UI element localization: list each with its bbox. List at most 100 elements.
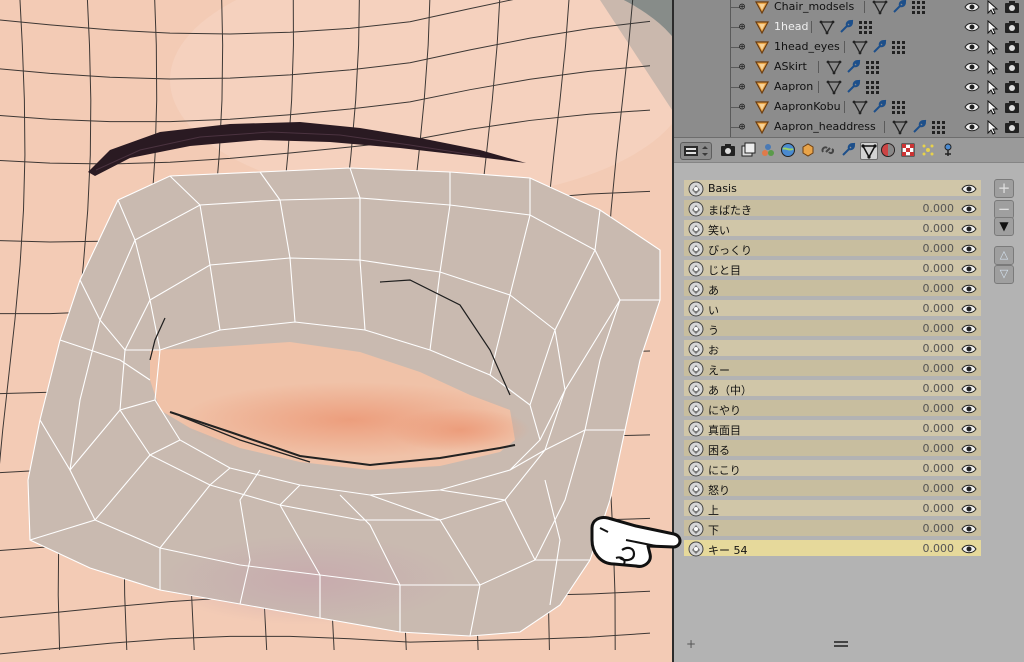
object-tab[interactable]: [800, 142, 818, 160]
outliner-item[interactable]: ⊕ 1head: [674, 7, 1024, 37]
shape-key-name[interactable]: あ: [708, 282, 719, 298]
shape-key-row[interactable]: う 0.000: [684, 320, 981, 338]
shape-key-row[interactable]: い 0.000: [684, 300, 981, 318]
move-down-button[interactable]: ▽: [994, 265, 1014, 284]
selectable-cursor-icon[interactable]: [984, 79, 1000, 95]
outliner-item-label[interactable]: AapronKobu: [774, 100, 841, 113]
shape-key-value[interactable]: 0.000: [902, 482, 955, 495]
mute-eye-icon[interactable]: [961, 541, 977, 557]
render-camera-icon[interactable]: [1004, 119, 1020, 135]
material-tab[interactable]: [880, 142, 898, 160]
outliner-item[interactable]: ⊕ ASkirt: [674, 47, 1024, 77]
outliner-item-label[interactable]: ASkirt: [774, 60, 807, 73]
mute-eye-icon[interactable]: [961, 241, 977, 257]
expand-icon[interactable]: ⊕: [737, 21, 747, 32]
expand-icon[interactable]: ⊕: [737, 81, 747, 92]
shape-key-value[interactable]: 0.000: [902, 422, 955, 435]
mute-eye-icon[interactable]: [961, 181, 977, 197]
mute-eye-icon[interactable]: [961, 461, 977, 477]
modifiers-tab[interactable]: [840, 142, 858, 160]
outliner-item[interactable]: ⊕ AapronKobu: [674, 87, 1024, 117]
shape-key-name[interactable]: にやり: [708, 402, 741, 418]
shape-key-row[interactable]: びっくり 0.000: [684, 240, 981, 258]
shape-key-value[interactable]: 0.000: [902, 242, 955, 255]
outliner-item[interactable]: ⊕ Chair_modsels: [674, 0, 1024, 17]
list-resize-handle[interactable]: [834, 641, 848, 647]
outliner-panel[interactable]: ⊕ Chair_modsels ⊕ 1head ⊕ 1head_eyes ⊕ ASkirt ⊕ A…: [674, 0, 1024, 137]
shape-key-value[interactable]: 0.000: [902, 542, 955, 555]
shape-key-name[interactable]: い: [708, 302, 719, 318]
shape-key-name[interactable]: びっくり: [708, 242, 752, 258]
outliner-item-label[interactable]: Aapron_headdress: [774, 120, 876, 133]
visibility-eye-icon[interactable]: [964, 59, 980, 75]
shape-key-value[interactable]: 0.000: [902, 322, 955, 335]
shape-key-name[interactable]: う: [708, 322, 719, 338]
render-tab[interactable]: [720, 142, 738, 160]
shape-key-name[interactable]: まばたき: [708, 202, 752, 218]
mute-eye-icon[interactable]: [961, 501, 977, 517]
expand-icon[interactable]: ⊕: [737, 121, 747, 132]
visibility-eye-icon[interactable]: [964, 99, 980, 115]
mute-eye-icon[interactable]: [961, 301, 977, 317]
outliner-item-label[interactable]: Aapron: [774, 80, 813, 93]
shape-key-row[interactable]: 上 0.000: [684, 500, 981, 518]
shape-key-value[interactable]: 0.000: [902, 382, 955, 395]
shape-key-row[interactable]: お 0.000: [684, 340, 981, 358]
shape-key-value[interactable]: 0.000: [902, 362, 955, 375]
mute-eye-icon[interactable]: [961, 281, 977, 297]
shape-key-row[interactable]: 怒り 0.000: [684, 480, 981, 498]
shape-key-name[interactable]: お: [708, 342, 719, 358]
shape-key-name[interactable]: Basis: [708, 182, 737, 195]
shape-key-value[interactable]: 0.000: [902, 222, 955, 235]
expand-icon[interactable]: ⊕: [737, 61, 747, 72]
shape-key-value[interactable]: 0.000: [902, 462, 955, 475]
shape-key-row[interactable]: 真面目 0.000: [684, 420, 981, 438]
shape-key-value[interactable]: 0.000: [902, 262, 955, 275]
shape-key-name[interactable]: 笑い: [708, 222, 730, 238]
selectable-cursor-icon[interactable]: [984, 119, 1000, 135]
outliner-item[interactable]: ⊕ Aapron: [674, 67, 1024, 97]
shape-key-row[interactable]: あ 0.000: [684, 280, 981, 298]
render-camera-icon[interactable]: [1004, 39, 1020, 55]
particles-tab[interactable]: [920, 142, 938, 160]
shape-key-name[interactable]: 真面目: [708, 422, 741, 438]
shape-key-row[interactable]: まばたき 0.000: [684, 200, 981, 218]
shape-key-value[interactable]: 0.000: [902, 342, 955, 355]
scene-tab[interactable]: [760, 142, 778, 160]
shape-key-name[interactable]: 上: [708, 502, 719, 518]
shape-key-name[interactable]: あ（中）: [708, 382, 752, 398]
render-camera-icon[interactable]: [1004, 59, 1020, 75]
outliner-item[interactable]: ⊕ 1head_eyes: [674, 27, 1024, 57]
shape-key-name[interactable]: 怒り: [708, 482, 730, 498]
shape-key-value[interactable]: 0.000: [902, 202, 955, 215]
selectable-cursor-icon[interactable]: [984, 99, 1000, 115]
shape-key-value[interactable]: 0.000: [902, 522, 955, 535]
mute-eye-icon[interactable]: [961, 261, 977, 277]
shape-key-row[interactable]: 困る 0.000: [684, 440, 981, 458]
visibility-eye-icon[interactable]: [964, 19, 980, 35]
outliner-item-label[interactable]: 1head: [774, 20, 808, 33]
shape-key-row[interactable]: じと目 0.000: [684, 260, 981, 278]
shape-key-row[interactable]: あ（中） 0.000: [684, 380, 981, 398]
render-camera-icon[interactable]: [1004, 99, 1020, 115]
mute-eye-icon[interactable]: [961, 201, 977, 217]
mute-eye-icon[interactable]: [961, 481, 977, 497]
shape-key-name[interactable]: じと目: [708, 262, 741, 278]
shape-key-name[interactable]: キー 54: [708, 542, 748, 558]
shape-key-name[interactable]: えー: [708, 362, 730, 378]
visibility-eye-icon[interactable]: [964, 0, 980, 15]
shape-key-row[interactable]: キー 54 0.000: [684, 540, 981, 558]
shape-key-value[interactable]: 0.000: [902, 302, 955, 315]
mute-eye-icon[interactable]: [961, 381, 977, 397]
object-data-tab[interactable]: [860, 142, 878, 160]
mute-eye-icon[interactable]: [961, 521, 977, 537]
render-camera-icon[interactable]: [1004, 79, 1020, 95]
3d-viewport[interactable]: [0, 0, 672, 662]
constraints-tab[interactable]: [820, 142, 838, 160]
mute-eye-icon[interactable]: [961, 221, 977, 237]
mute-eye-icon[interactable]: [961, 341, 977, 357]
mute-eye-icon[interactable]: [961, 361, 977, 377]
expand-plus-icon[interactable]: +: [686, 637, 696, 651]
selectable-cursor-icon[interactable]: [984, 0, 1000, 15]
shape-key-name[interactable]: にこり: [708, 462, 741, 478]
